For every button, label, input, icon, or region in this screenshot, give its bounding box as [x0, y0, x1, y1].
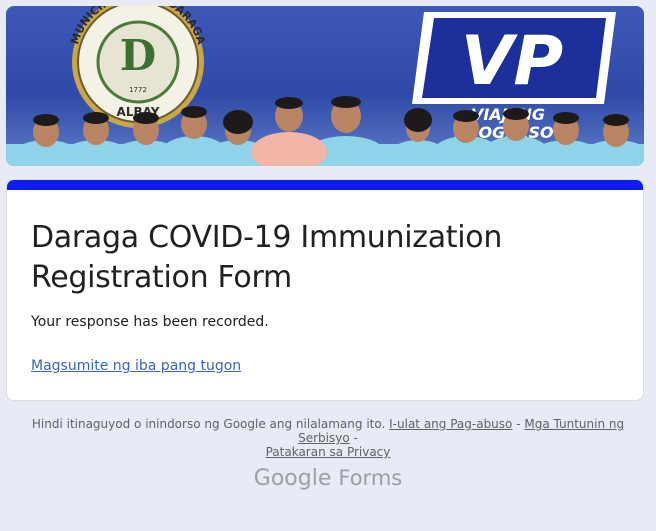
footer-disclaimer: Hindi itinaguyod o inindorso ng Google a… [20, 417, 636, 459]
brand-google: Google [253, 466, 332, 491]
vp-logo-letters: VP [461, 22, 563, 101]
separator: - [512, 417, 525, 431]
seal-letter: D [120, 31, 156, 80]
separator: - [349, 431, 358, 445]
card-accent-bar [7, 180, 643, 190]
header-banner: MUNICIPALITY OF DARAGA D 1772 ALBAY VP V… [6, 6, 644, 166]
brand-forms: Forms [338, 466, 403, 490]
confirmation-message: Your response has been recorded. [31, 314, 269, 330]
google-forms-logo[interactable]: Google Forms [0, 466, 656, 491]
disclaimer-text: Hindi itinaguyod o inindorso ng Google a… [31, 417, 386, 431]
report-abuse-link[interactable]: I-ulat ang Pag-abuso [389, 417, 512, 431]
banner-image: MUNICIPALITY OF DARAGA D 1772 ALBAY VP V… [6, 6, 644, 166]
submit-another-link[interactable]: Magsumite ng iba pang tugon [31, 358, 241, 374]
form-card: Daraga COVID-19 Immunization Registratio… [6, 179, 644, 401]
seal-year: 1772 [129, 86, 147, 94]
privacy-link[interactable]: Patakaran sa Privacy [266, 445, 391, 459]
form-title: Daraga COVID-19 Immunization Registratio… [31, 220, 503, 295]
